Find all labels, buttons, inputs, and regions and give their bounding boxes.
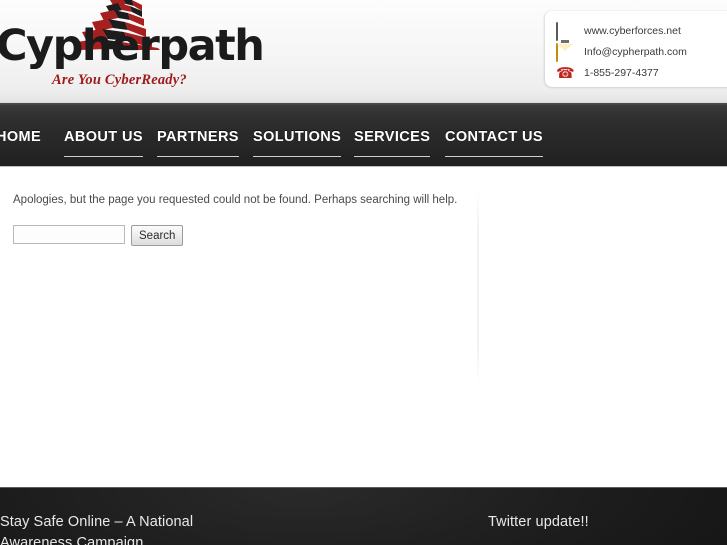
nav-item-services[interactable]: SERVICES (354, 129, 431, 157)
phone-icon: ☎ (556, 64, 575, 82)
search-form: Search (13, 225, 184, 246)
staysafe-heading-line1: Stay Safe Online – A National (0, 514, 194, 530)
nav-item-underline (253, 156, 342, 157)
monitor-icon (556, 21, 576, 41)
contact-website-row[interactable]: www.cyberforces.net (556, 20, 727, 41)
site-logo[interactable]: Cypherpath Are You CyberReady? (0, 0, 265, 98)
logo-tagline: Are You CyberReady? (52, 72, 187, 88)
nav-item-contact-us[interactable]: CONTACT US (445, 129, 543, 157)
nav-item-underline (354, 156, 431, 157)
nav-item-partners[interactable]: PARTNERS (157, 129, 239, 157)
nav-item-about-us[interactable]: ABOUT US (64, 129, 143, 157)
footer-staysafe-column: Stay Safe Online – A National Awareness … (0, 512, 270, 545)
content-sidebar-divider (477, 189, 479, 386)
staysafe-heading-line2: Awareness Campaign (0, 535, 144, 545)
nav-item-label: HOME (0, 129, 42, 145)
nav-item-underline (157, 156, 239, 157)
footer-twitter-column: Twitter update!! Kevin Coleman writes - … (488, 512, 727, 533)
contact-email-row[interactable]: Info@cypherpath.com (556, 41, 727, 62)
nav-item-underline (64, 156, 143, 157)
contact-email-text: Info@cypherpath.com (584, 45, 687, 58)
nav-item-label: SOLUTIONS (253, 129, 342, 145)
nav-item-label: ABOUT US (64, 129, 143, 145)
site-footer: Stay Safe Online – A National Awareness … (0, 487, 727, 545)
search-button[interactable]: Search (131, 225, 184, 246)
nav-item-underline (445, 156, 543, 157)
nav-item-home[interactable]: HOME (0, 129, 41, 145)
nav-item-label: SERVICES (354, 129, 431, 145)
main-navigation: HOME ABOUT US PARTNERS SOLUTIONS SERVICES CON… (0, 103, 727, 167)
nav-item-solutions[interactable]: SOLUTIONS (253, 129, 342, 157)
twitter-update-heading: Twitter update!! (488, 514, 589, 530)
not-found-message: Apologies, but the page you requested co… (13, 194, 458, 206)
search-input[interactable] (13, 225, 125, 244)
contact-website-text: www.cyberforces.net (584, 24, 681, 37)
envelope-icon (556, 42, 576, 62)
main-content: Apologies, but the page you requested co… (0, 167, 727, 487)
contact-panel: www.cyberforces.net Info@cypherpath.com … (545, 11, 727, 87)
contact-phone-row[interactable]: ☎ 1-855-297-4377 (556, 62, 727, 83)
contact-phone-text: 1-855-297-4377 (584, 66, 659, 79)
page-root: Cypherpath Are You CyberReady? www.cyber… (0, 0, 727, 545)
site-header: Cypherpath Are You CyberReady? www.cyber… (0, 0, 727, 103)
nav-item-label: PARTNERS (157, 129, 239, 145)
nav-item-label: CONTACT US (445, 129, 543, 145)
nav-items-container: HOME ABOUT US PARTNERS SOLUTIONS SERVICES CON… (0, 104, 727, 166)
logo-wordmark: Cypherpath (0, 21, 265, 71)
